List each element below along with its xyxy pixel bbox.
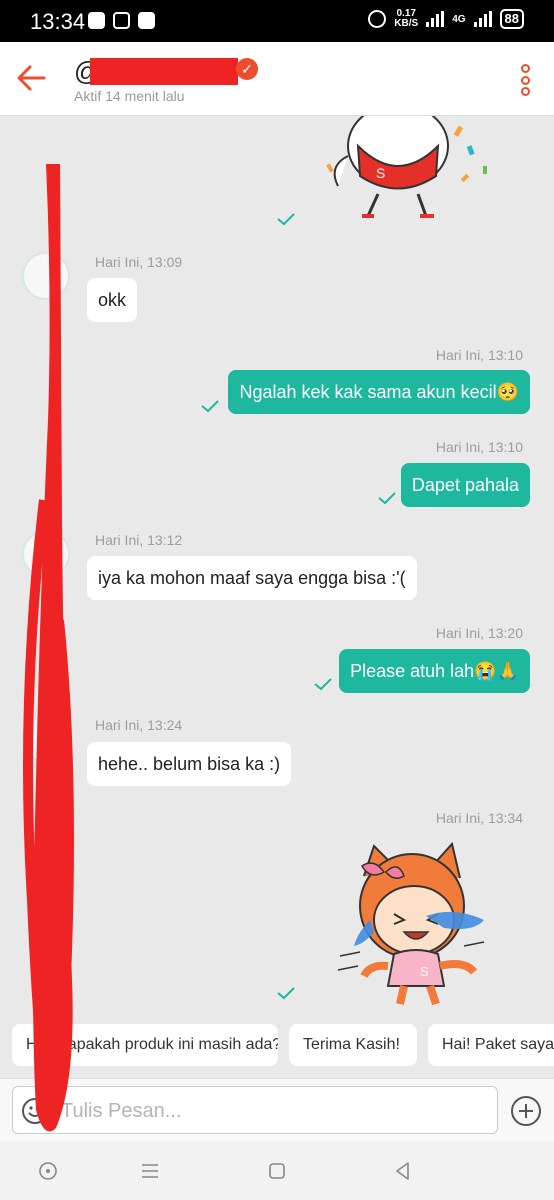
sent-check-icon — [201, 400, 219, 413]
svg-text:S: S — [376, 165, 385, 181]
alarm-icon — [368, 10, 387, 28]
message-timestamp: Hari Ini, 13:34 — [435, 810, 523, 826]
home-nav-icon[interactable] — [265, 1159, 289, 1183]
message-timestamp: Hari Ini, 13:09 — [95, 254, 183, 270]
message-list[interactable]: S Hari Ini, 13:09 okk Hari Ini, 13:10 Ng… — [0, 116, 554, 1016]
message-timestamp: Hari Ini, 13:20 — [435, 625, 523, 641]
network-speed: 0.17 KB/S — [394, 8, 419, 29]
shop-notification-icon — [88, 12, 105, 29]
more-options-icon[interactable] — [518, 64, 532, 96]
quick-replies: Halo, apakah produk ini masih ada? Terim… — [0, 1016, 554, 1078]
quick-reply-chip[interactable]: Terima Kasih! — [289, 1024, 417, 1066]
seller-avatar[interactable] — [22, 715, 70, 763]
signal-icon-2 — [473, 11, 492, 27]
message-timestamp: Hari Ini, 13:24 — [95, 717, 183, 733]
sent-check-icon — [378, 492, 396, 505]
sent-check-icon — [314, 678, 332, 691]
network-type: 4G — [452, 13, 466, 25]
quick-reply-chip[interactable]: Halo, apakah produk ini masih ada? — [12, 1024, 278, 1066]
system-nav-bar — [0, 1142, 554, 1200]
notification-icons — [88, 12, 155, 29]
battery-indicator: 88 — [499, 9, 524, 29]
signal-icon — [426, 11, 445, 27]
message-timestamp: Hari Ini, 13:12 — [95, 532, 183, 548]
crying-girl-sticker: S — [337, 841, 485, 1006]
emoji-icon[interactable] — [21, 1097, 49, 1125]
menu-nav-icon[interactable] — [138, 1159, 162, 1183]
add-attachment-icon[interactable] — [510, 1095, 542, 1127]
incoming-message[interactable]: hehe.. belum bisa ka :) — [87, 742, 292, 786]
message-timestamp: Hari Ini, 13:10 — [435, 439, 523, 455]
seller-avatar[interactable] — [22, 530, 70, 578]
incoming-message[interactable]: okk — [87, 278, 138, 322]
outgoing-message[interactable]: Ngalah kek kak sama akun kecil🥺 — [228, 370, 530, 414]
chat-notification-icon — [138, 12, 155, 29]
message-input-box[interactable] — [12, 1086, 498, 1134]
sent-check-icon — [277, 213, 295, 226]
seller-avatar[interactable] — [22, 252, 70, 300]
instagram-notification-icon — [113, 12, 130, 29]
back-arrow-icon[interactable] — [14, 60, 50, 96]
message-timestamp: Hari Ini, 13:10 — [435, 347, 523, 363]
chat-header: @ ✓ Aktif 14 menit lalu — [0, 42, 554, 116]
outgoing-message[interactable]: Please atuh lah😭🙏 — [339, 649, 530, 693]
status-bar: 13:34 0.17 KB/S 4G 88 — [0, 0, 554, 42]
redaction-mark — [90, 58, 238, 85]
message-input[interactable] — [61, 1096, 481, 1126]
verified-check-icon: ✓ — [236, 58, 258, 80]
last-seen-status: Aktif 14 menit lalu — [74, 88, 185, 104]
quick-reply-chip[interactable]: Hai! Paket saya — [428, 1024, 554, 1066]
svg-text:S: S — [420, 964, 429, 979]
chicken-sticker: S — [326, 116, 487, 218]
sent-check-icon — [277, 987, 295, 1000]
outgoing-message[interactable]: Dapet pahala — [400, 463, 530, 507]
assistant-nav-icon[interactable] — [36, 1159, 60, 1183]
message-composer — [0, 1078, 554, 1142]
back-nav-icon[interactable] — [391, 1159, 415, 1183]
incoming-message[interactable]: iya ka mohon maaf saya engga bisa :'( — [87, 556, 417, 600]
status-right: 0.17 KB/S 4G 88 — [368, 9, 524, 29]
status-time: 13:34 — [30, 9, 86, 34]
